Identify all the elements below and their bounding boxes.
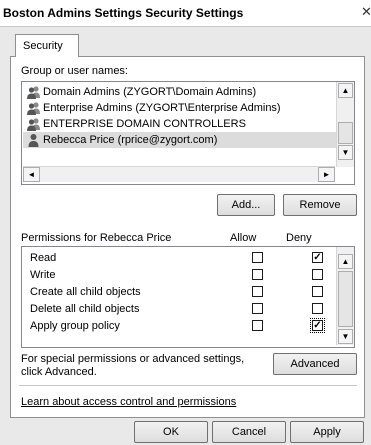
permission-row-delete-child: Delete all child objects [23,301,323,318]
scroll-up-button[interactable]: ▲ [338,254,353,269]
remove-button[interactable]: Remove [283,194,357,216]
create-child-deny-checkbox[interactable] [312,286,323,297]
delete-child-deny-checkbox[interactable] [312,303,323,314]
list-item-label: Enterprise Admins (ZYGORT\Enterprise Adm… [43,102,281,114]
permission-row-write: Write [23,267,323,284]
permission-row-read: Read ✓ [23,250,323,267]
special-permissions-text-line2: click Advanced. [21,366,97,378]
list-item-enterprise-domain-controllers[interactable]: ENTERPRISE DOMAIN CONTROLLERS [23,116,353,132]
group-list-heading: Group or user names: [21,65,128,77]
person-icon [28,134,39,147]
ok-button[interactable]: OK [134,421,208,443]
learn-access-control-link[interactable]: Learn about access control and permissio… [21,396,236,408]
list-item-label: ENTERPRISE DOMAIN CONTROLLERS [43,118,246,130]
permission-name: Apply group policy [30,320,120,332]
delete-child-allow-checkbox[interactable] [252,303,263,314]
apply-button[interactable]: Apply [290,421,364,443]
add-button[interactable]: Add... [217,194,275,216]
tab-security[interactable]: Security [15,34,79,57]
permission-name: Delete all child objects [30,303,140,315]
permission-row-apply-group-policy: Apply group policy ✓ [23,318,325,335]
security-panel: Group or user names: Domain Admins (ZYGO… [10,56,365,418]
list-item-label: Domain Admins (ZYGORT\Domain Admins) [43,86,257,98]
close-button[interactable]: ✕ [361,4,371,20]
allow-column-header: Allow [230,232,257,244]
title-bar: Boston Admins Settings Security Settings… [0,0,371,27]
window-title: Boston Admins Settings Security Settings [3,6,244,20]
group-list-vscrollbar[interactable]: ▲ ▼ [336,82,354,167]
permission-name: Read [30,252,57,264]
special-permissions-text-line1: For special permissions or advanced sett… [21,353,245,365]
read-allow-checkbox[interactable] [252,252,263,263]
permission-name: Create all child objects [30,286,141,298]
scroll-thumb[interactable] [338,271,353,327]
scroll-up-button[interactable]: ▲ [338,83,353,98]
permission-name: Write [30,269,56,281]
advanced-button[interactable]: Advanced [273,353,357,375]
tab-security-label: Security [23,40,63,52]
write-allow-checkbox[interactable] [252,269,263,280]
scroll-left-button[interactable]: ◄ [23,167,40,182]
permission-row-create-child: Create all child objects [23,284,323,301]
list-item-domain-admins[interactable]: Domain Admins (ZYGORT\Domain Admins) [23,84,353,100]
group-icon [27,102,40,115]
group-user-list[interactable]: Domain Admins (ZYGORT\Domain Admins) Ent… [21,81,355,185]
divider [19,385,357,386]
create-child-allow-checkbox[interactable] [252,286,263,297]
cancel-button[interactable]: Cancel [212,421,286,443]
apply-policy-allow-checkbox[interactable] [252,320,263,331]
apply-policy-deny-checkbox[interactable]: ✓ [310,318,325,333]
scroll-right-button[interactable]: ► [318,167,335,182]
list-item-rebecca-price[interactable]: Rebecca Price (rprice@zygort.com) [23,132,353,148]
scroll-thumb[interactable] [338,122,353,144]
group-icon [27,118,40,131]
permissions-list: Read ✓ Write Create all child objects De… [21,246,355,348]
write-deny-checkbox[interactable] [312,269,323,280]
list-item-label: Rebecca Price (rprice@zygort.com) [43,134,218,146]
group-icon [27,86,40,99]
read-deny-checkbox[interactable]: ✓ [312,252,323,263]
scroll-down-button[interactable]: ▼ [338,145,353,160]
scroll-down-button[interactable]: ▼ [338,329,353,344]
group-list-hscrollbar[interactable]: ◄ ► [23,166,335,182]
permissions-vscrollbar[interactable]: ▲ ▼ [336,247,354,345]
permissions-heading: Permissions for Rebecca Price [21,232,172,244]
deny-column-header: Deny [286,232,312,244]
list-item-enterprise-admins[interactable]: Enterprise Admins (ZYGORT\Enterprise Adm… [23,100,353,116]
